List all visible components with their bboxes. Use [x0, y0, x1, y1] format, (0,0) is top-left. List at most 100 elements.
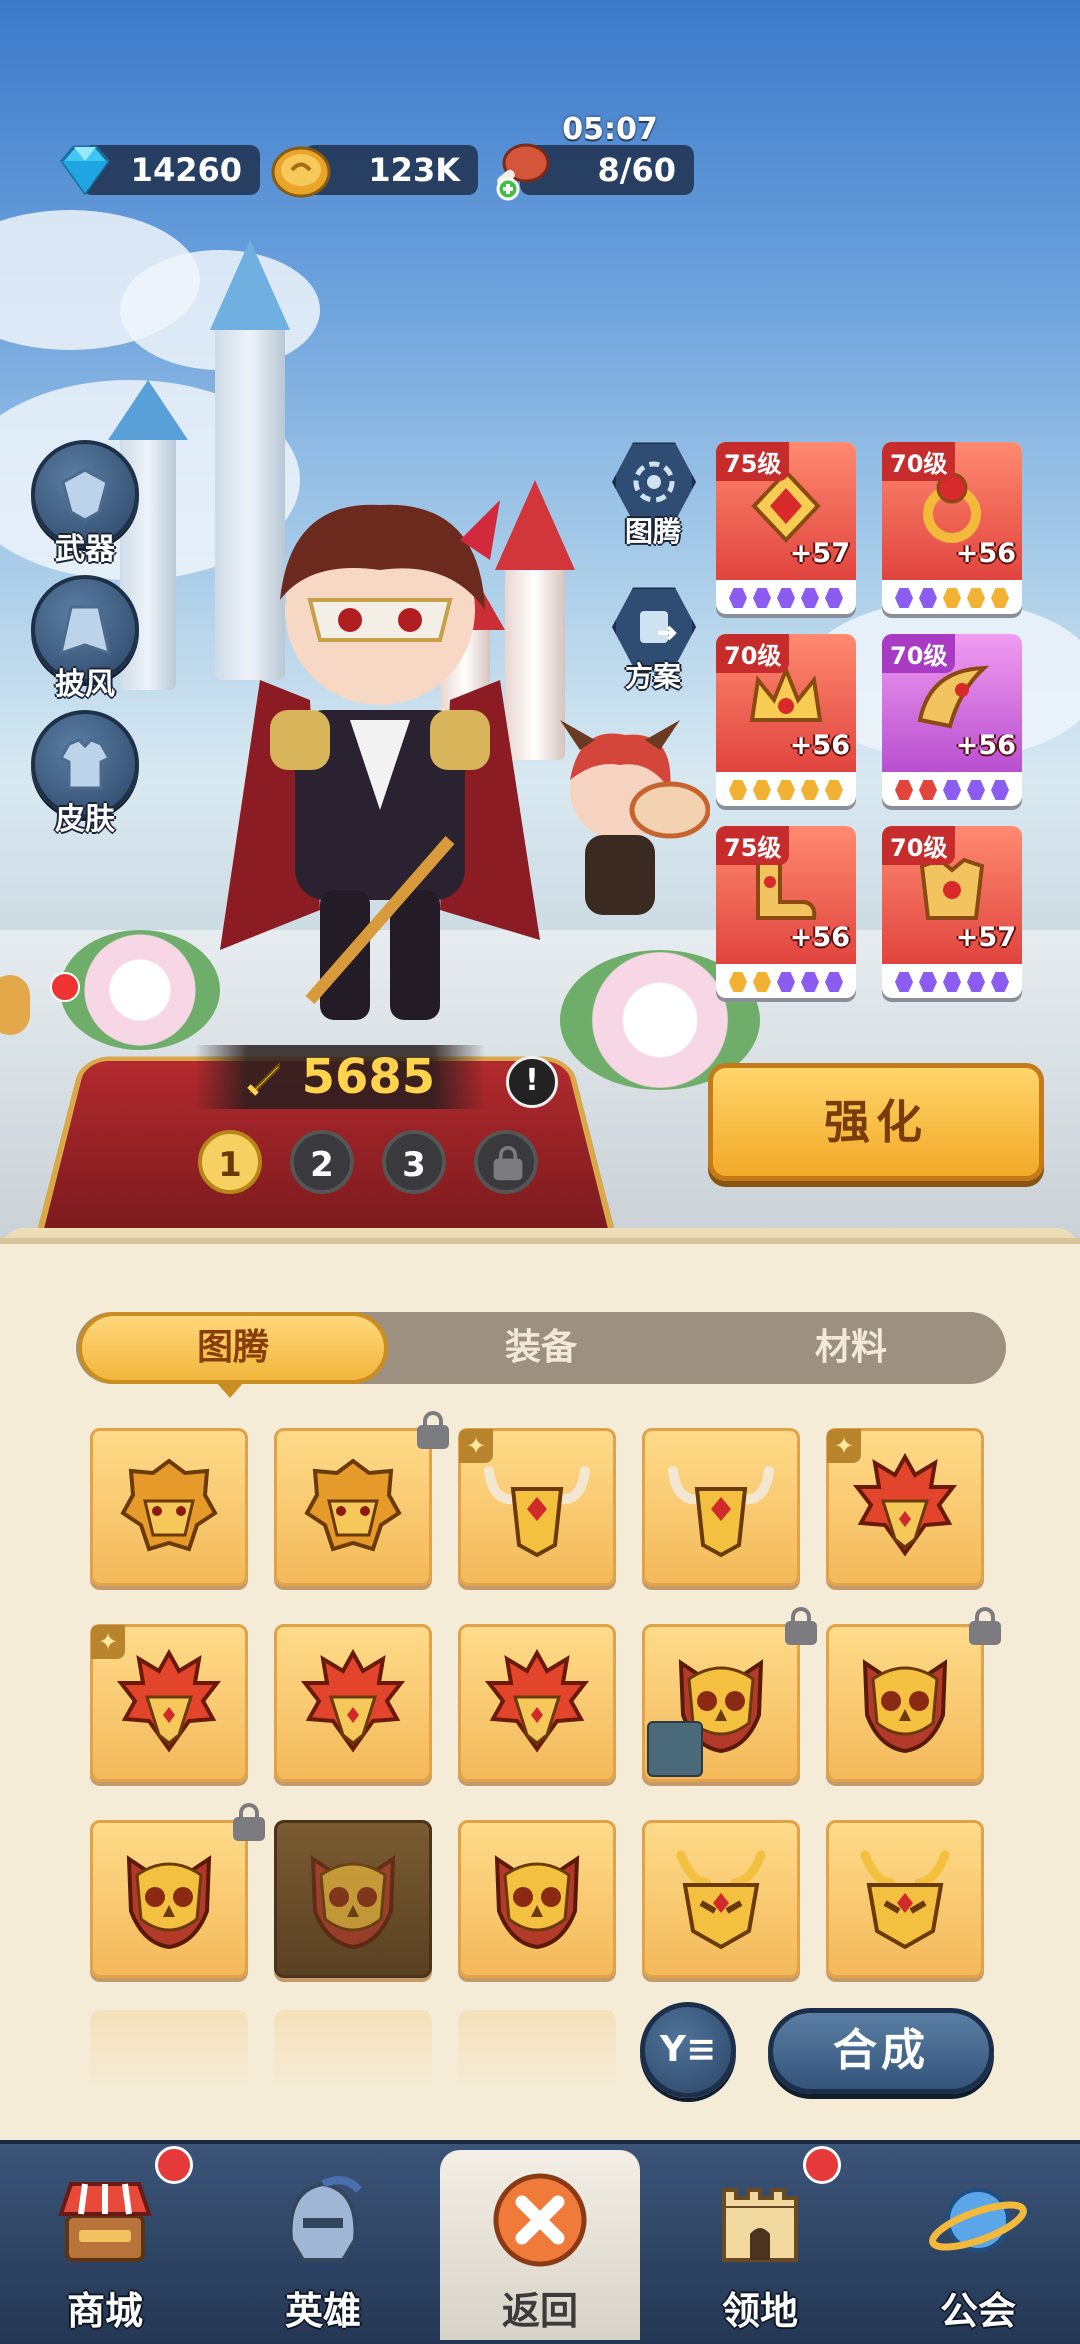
upgrade-dot	[729, 588, 747, 608]
cape-button[interactable]: 披风	[30, 575, 140, 702]
beetle-totem-icon	[676, 1850, 766, 1950]
upgrade-dot	[729, 972, 747, 992]
upgrade-dot	[777, 972, 795, 992]
upgrade-dot	[801, 972, 819, 992]
lock-icon	[492, 1146, 524, 1182]
upgrade-dot	[919, 780, 937, 800]
totem-cell-phoenix[interactable]	[458, 1624, 616, 1782]
totem-cell-phoenix[interactable]: ✦	[826, 1428, 984, 1586]
compose-button[interactable]: 合成	[768, 2008, 994, 2094]
loadout-slot-2[interactable]: 2	[290, 1130, 354, 1194]
upgrade-dot	[943, 588, 961, 608]
upgrade-dot	[991, 780, 1009, 800]
lock-icon	[783, 1607, 819, 1647]
upgrade-dot	[777, 588, 795, 608]
totem-cell-beetle[interactable]	[826, 1820, 984, 1978]
upgrade-dots	[882, 780, 1022, 800]
hero-character[interactable]	[200, 480, 560, 1040]
upgrade-dot	[753, 972, 771, 992]
side-character[interactable]	[0, 975, 30, 1035]
filter-button[interactable]: Y≡	[640, 2002, 736, 2098]
tab-materials[interactable]: 材料	[696, 1312, 1006, 1384]
upgrade-dot	[729, 780, 747, 800]
totem-cell-phoenix[interactable]: ✦	[90, 1624, 248, 1782]
phoenix-totem-icon	[300, 1649, 406, 1753]
totem-cell-owl[interactable]	[458, 1820, 616, 1978]
totem-cell-bull[interactable]: ✦	[458, 1428, 616, 1586]
bull-totem-icon	[484, 1466, 590, 1558]
combat-power-value: 5685	[301, 1049, 436, 1105]
upgrade-dot	[943, 972, 961, 992]
gem-value: 14260	[130, 151, 242, 189]
totem-cell-owl[interactable]	[642, 1607, 817, 1782]
upgrade-dot	[777, 780, 795, 800]
inventory-tabs: 图腾 装备 材料	[76, 1312, 1006, 1384]
totem-cell-bull[interactable]	[642, 1428, 800, 1586]
upgrade-dot	[895, 972, 913, 992]
territory-badge	[803, 2146, 841, 2184]
equipment-slot-1[interactable]: 75级 +57	[716, 442, 856, 614]
owl-totem-icon	[494, 1855, 580, 1950]
upgrade-dot	[991, 588, 1009, 608]
castle-roof	[210, 240, 290, 330]
equipment-slot-6[interactable]: 70级 +57	[882, 826, 1022, 998]
upgrade-dot	[967, 588, 985, 608]
notification-dot	[50, 972, 80, 1002]
upgrade-dot	[991, 972, 1009, 992]
flower-bush	[60, 930, 220, 1050]
upgrade-dots	[882, 972, 1022, 992]
totem-cell-beetle[interactable]	[642, 1820, 800, 1978]
preset-button[interactable]: 方案	[612, 585, 696, 693]
upgrade-dot	[895, 780, 913, 800]
beetle-totem-icon	[860, 1850, 950, 1950]
loadout-slot-1[interactable]: 1	[198, 1130, 262, 1194]
totem-cell-lion[interactable]	[274, 1411, 449, 1586]
nav-back[interactable]: 返回	[440, 2150, 640, 2340]
nav-guild[interactable]: 公会	[888, 2150, 1068, 2340]
loadout-slot-locked[interactable]	[474, 1130, 538, 1194]
castle-icon	[722, 2188, 798, 2262]
totem-cell-faded	[458, 2010, 616, 2090]
skin-button[interactable]: 皮肤	[30, 710, 140, 837]
enhance-button[interactable]: 强化	[708, 1063, 1044, 1181]
totem-cell-faded	[90, 2010, 248, 2090]
warning-button[interactable]: !	[506, 1056, 558, 1108]
lock-icon	[415, 1411, 451, 1451]
totem-cell-owl[interactable]	[826, 1607, 1001, 1782]
lock-icon	[967, 1607, 1003, 1647]
tab-equipment[interactable]: 装备	[386, 1312, 696, 1384]
combat-power: 5685	[195, 1045, 485, 1109]
totem-cell-lion[interactable]	[90, 1428, 248, 1586]
upgrade-dot	[967, 972, 985, 992]
totem-cell-owl[interactable]	[90, 1803, 265, 1978]
star-icon: ✦	[459, 1429, 493, 1463]
equipment-slot-2[interactable]: 70级 +56	[882, 442, 1022, 614]
totem-button[interactable]: 图腾	[612, 440, 696, 548]
upgrade-dot	[825, 972, 843, 992]
owl-totem-icon	[310, 1855, 396, 1950]
gem-icon	[60, 145, 110, 196]
totem-cell-phoenix[interactable]	[274, 1624, 432, 1782]
upgrade-dot	[801, 780, 819, 800]
equipment-slot-4[interactable]: 70级 +56	[882, 634, 1022, 806]
upgrade-dots	[716, 972, 856, 992]
star-icon: ✦	[91, 1625, 125, 1659]
upgrade-dot	[825, 588, 843, 608]
loadout-slot-3[interactable]: 3	[382, 1130, 446, 1194]
equipment-slot-5[interactable]: 75级 +56	[716, 826, 856, 998]
upgrade-dot	[825, 780, 843, 800]
pet-character[interactable]	[540, 720, 710, 940]
meat-icon	[496, 143, 550, 201]
weapon-button[interactable]: 武器	[30, 440, 140, 567]
upgrade-dot	[919, 972, 937, 992]
nav-heroes[interactable]: 英雄	[233, 2150, 413, 2340]
equipment-slot-3[interactable]: 70级 +56	[716, 634, 856, 806]
upgrade-dots	[716, 780, 856, 800]
upgrade-dots	[716, 588, 856, 608]
gold-coin-icon	[271, 146, 331, 198]
tab-totem[interactable]: 图腾	[78, 1312, 388, 1384]
totem-cell-owl[interactable]	[274, 1820, 432, 1978]
phoenix-totem-icon	[852, 1453, 958, 1557]
phoenix-totem-icon	[116, 1649, 222, 1753]
lion-totem-icon	[120, 1458, 218, 1552]
